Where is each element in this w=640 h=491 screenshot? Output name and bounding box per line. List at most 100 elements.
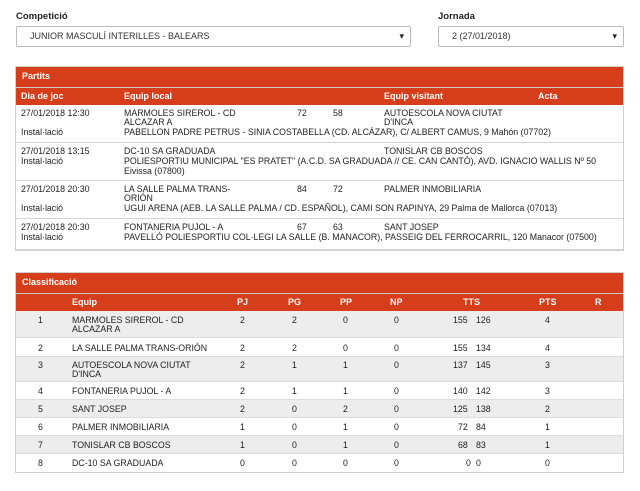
home-team-link[interactable]: FONTANERIA PUJOL - A	[124, 222, 223, 232]
chevron-down-icon: ▾	[612, 31, 617, 41]
standings-pp: 1	[343, 440, 348, 450]
home-team-link[interactable]: DC-10 SA GRADUADA	[124, 146, 215, 156]
header-pts: PTS	[539, 297, 557, 307]
standings-pos: 6	[38, 422, 43, 432]
standings-pts: 0	[545, 458, 550, 468]
venue-text: PAVELLÓ POLIESPORTIU COL·LEGI LA SALLE (…	[124, 232, 597, 242]
standings-panel: Classificació Equip PJ PG PP NP TTS PTS …	[15, 272, 624, 473]
standings-pp: 0	[343, 343, 348, 353]
standings-pj: 1	[240, 440, 245, 450]
round-select[interactable]: 2 (27/01/2018) ▾	[438, 26, 624, 47]
home-team-link-line2[interactable]: ORIÓN	[124, 193, 153, 203]
header-date: Dia de joc	[21, 91, 64, 101]
standings-row: 4 FONTANERIA PUJOL - A 2 1 1 0 140 142 3	[16, 382, 623, 400]
home-score: 72	[297, 108, 307, 118]
matches-header-row: Dia de joc Equip local Equip visitant Ac…	[16, 88, 623, 105]
match-row: 27/01/2018 20:30 FONTANERIA PUJOL - A 67…	[16, 219, 623, 250]
away-team-link-line2[interactable]: D'INCA	[384, 117, 413, 127]
standings-np: 0	[394, 386, 399, 396]
standings-points-for: 140	[453, 386, 468, 396]
home-score: 67	[297, 222, 307, 232]
venue-label: Instal·lació	[21, 127, 64, 137]
standings-title: Classificació	[16, 273, 623, 294]
standings-team-link-line2[interactable]: ALCAZAR A	[72, 324, 120, 334]
standings-pg: 0	[292, 404, 297, 414]
standings-pp: 1	[343, 360, 348, 370]
standings-pg: 0	[292, 458, 297, 468]
standings-pj: 2	[240, 404, 245, 414]
standings-pts: 1	[545, 422, 550, 432]
standings-pp: 0	[343, 458, 348, 468]
standings-np: 0	[394, 343, 399, 353]
venue-text-line2: Eivissa (07800)	[124, 166, 185, 176]
header-pp: PP	[340, 297, 353, 307]
round-label: Jornada	[438, 11, 475, 22]
header-pg: PG	[288, 297, 302, 307]
standings-points-for: 137	[453, 360, 468, 370]
standings-team-link-line2[interactable]: D'INCA	[72, 369, 101, 379]
home-team-link-line2[interactable]: ALCAZAR A	[124, 117, 172, 127]
away-score: 72	[333, 184, 343, 194]
header-pj: PJ	[237, 297, 249, 307]
competition-select-value: JUNIOR MASCULÍ INTERILLES - BALEARS	[30, 31, 210, 41]
header-tts: TTS	[463, 297, 480, 307]
standings-points-for: 125	[453, 404, 468, 414]
match-date: 27/01/2018 20:30	[21, 222, 90, 232]
standings-row: 8 DC-10 SA GRADUADA 0 0 0 0 0 0 0	[16, 454, 623, 472]
standings-np: 0	[394, 404, 399, 414]
standings-np: 0	[394, 360, 399, 370]
venue-text: UGUI ARENA (AEB. LA SALLE PALMA / CD. ES…	[124, 203, 558, 213]
standings-pj: 2	[240, 315, 245, 325]
venue-label: Instal·lació	[21, 232, 64, 242]
header-home: Equip local	[124, 91, 173, 101]
standings-points-against: 138	[476, 404, 491, 414]
standings-points-against: 84	[476, 422, 486, 432]
standings-pg: 1	[292, 386, 297, 396]
standings-team-link[interactable]: SANT JOSEP	[72, 404, 127, 414]
standings-team-link[interactable]: FONTANERIA PUJOL - A	[72, 386, 171, 396]
away-score: 58	[333, 108, 343, 118]
standings-pg: 2	[292, 343, 297, 353]
standings-points-for: 72	[458, 422, 468, 432]
standings-np: 0	[394, 315, 399, 325]
home-score: 84	[297, 184, 307, 194]
standings-points-for: 68	[458, 440, 468, 450]
standings-np: 0	[394, 458, 399, 468]
standings-pg: 0	[292, 440, 297, 450]
away-team-link[interactable]: SANT JOSEP	[384, 222, 439, 232]
standings-pts: 2	[545, 404, 550, 414]
away-team-link[interactable]: PALMER INMOBILIARIA	[384, 184, 481, 194]
standings-team-link[interactable]: PALMER INMOBILIARIA	[72, 422, 169, 432]
standings-row: 3 AUTOESCOLA NOVA CIUTAT D'INCA 2 1 1 0 …	[16, 357, 623, 382]
match-row: 27/01/2018 13:15 DC-10 SA GRADUADA TONIS…	[16, 143, 623, 181]
competition-select[interactable]: JUNIOR MASCULÍ INTERILLES - BALEARS ▾	[16, 26, 411, 47]
standings-row: 7 TONISLAR CB BOSCOS 1 0 1 0 68 83 1	[16, 436, 623, 454]
standings-pts: 4	[545, 315, 550, 325]
standings-row: 5 SANT JOSEP 2 0 2 0 125 138 2	[16, 400, 623, 418]
standings-pos: 1	[38, 315, 43, 325]
venue-label: Instal·lació	[21, 203, 64, 213]
away-score: 63	[333, 222, 343, 232]
matches-title: Partits	[16, 67, 623, 88]
standings-pj: 0	[240, 458, 245, 468]
standings-pos: 4	[38, 386, 43, 396]
standings-team-link[interactable]: LA SALLE PALMA TRANS-ORIÓN	[72, 343, 207, 353]
standings-points-against: 134	[476, 343, 491, 353]
standings-pos: 3	[38, 360, 43, 370]
standings-pj: 2	[240, 386, 245, 396]
standings-pg: 2	[292, 315, 297, 325]
standings-team-link[interactable]: TONISLAR CB BOSCOS	[72, 440, 171, 450]
standings-pts: 3	[545, 360, 550, 370]
standings-pts: 4	[545, 343, 550, 353]
standings-pts: 3	[545, 386, 550, 396]
standings-pj: 1	[240, 422, 245, 432]
standings-row: 1 MARMOLES SIREROL - CD ALCAZAR A 2 2 0 …	[16, 311, 623, 338]
standings-pj: 2	[240, 343, 245, 353]
standings-team-link[interactable]: DC-10 SA GRADUADA	[72, 458, 163, 468]
competition-label: Competició	[16, 11, 68, 22]
away-team-link[interactable]: TONISLAR CB BOSCOS	[384, 146, 483, 156]
match-date: 27/01/2018 20:30	[21, 184, 90, 194]
venue-label: Instal·lació	[21, 156, 64, 166]
standings-points-for: 155	[453, 315, 468, 325]
standings-points-against: 126	[476, 315, 491, 325]
